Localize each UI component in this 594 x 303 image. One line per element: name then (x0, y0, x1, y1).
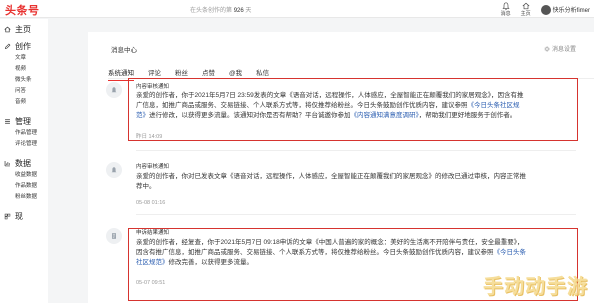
top-right-actions: 消息 主页 快乐分析fimer (501, 2, 590, 17)
message-time: 05-08 01:16 (136, 200, 166, 206)
home-icon (4, 26, 11, 32)
sidebar-section-more[interactable]: 现 (0, 209, 48, 223)
sidebar-item-qa[interactable]: 问答 (0, 86, 48, 97)
notification-icon (106, 82, 122, 98)
pen-icon (4, 43, 11, 49)
list-icon (5, 118, 10, 124)
messages-label: 消息 (500, 11, 511, 17)
notification-icon (106, 162, 122, 178)
sidebar-item-micro[interactable]: 微头条 (0, 75, 48, 86)
sidebar: 主页 创作 文章 视频 微头条 问答 音频 管理 作品管理 评论管理 数据 收益… (0, 19, 48, 303)
sidebar-create-label: 创作 (15, 41, 31, 51)
sidebar-section-data[interactable]: 数据 (0, 156, 48, 170)
notification-icon (106, 228, 122, 244)
logo[interactable]: 头条号 (5, 2, 40, 18)
message-center-panel: 消息中心 消息设置 系统通知 评论 粉丝 点赞 @我 私信 内容审核通知 亲爱的… (88, 32, 594, 303)
avatar (540, 4, 551, 15)
home-label: 主页 (520, 11, 531, 17)
watermark: 手动动手游 (483, 276, 588, 298)
sidebar-item-comments[interactable]: 评论管理 (0, 139, 48, 150)
counter-number: 926 (233, 8, 244, 14)
message-type: 内容审核通知 (136, 164, 170, 170)
message-body: 亲爱的创作者，你对已发表文章《语音对话，远程操作，人体感应，全屋智能正在颠覆我们… (136, 172, 576, 192)
divider (136, 214, 576, 215)
sidebar-section-create[interactable]: 创作 (0, 39, 48, 53)
sidebar-section-manage[interactable]: 管理 (0, 114, 48, 128)
top-bar: 头条号 在头条创作的第 926 天 消息 主页 快乐分析fimer (0, 0, 594, 18)
counter-prefix: 在头条创作的第 (190, 8, 233, 14)
sidebar-more-label: 现 (15, 211, 23, 221)
bell-icon (111, 87, 117, 93)
sidebar-item-income[interactable]: 收益数据 (0, 170, 48, 181)
grid-icon (4, 213, 11, 219)
chart-icon (4, 160, 10, 166)
home-icon (522, 2, 530, 10)
message-text: 亲爱的创作者，你对已发表文章《语音对话，远程操作，人体感应，全屋智能正在颠覆我们… (136, 173, 526, 180)
bell-icon (111, 167, 117, 173)
user-name: 快乐分析fimer (552, 8, 590, 14)
sidebar-item-article[interactable]: 文章 (0, 53, 48, 64)
sidebar-item-works-data[interactable]: 作品数据 (0, 181, 48, 192)
user-menu[interactable]: 快乐分析fimer (540, 4, 590, 15)
bell-icon (502, 2, 510, 10)
sidebar-item-works[interactable]: 作品管理 (0, 128, 48, 139)
days-counter: 在头条创作的第 926 天 (190, 5, 251, 14)
sidebar-item-video[interactable]: 视频 (0, 64, 48, 75)
sidebar-manage-label: 管理 (15, 116, 31, 126)
divider (136, 150, 576, 151)
sidebar-data-label: 数据 (15, 158, 31, 168)
message-text: 荐中。 (136, 183, 156, 190)
sidebar-item-fans-data[interactable]: 粉丝数据 (0, 192, 48, 203)
message-settings-label: 消息设置 (551, 47, 576, 53)
highlight-box (128, 78, 578, 141)
sidebar-item-audio[interactable]: 音频 (0, 97, 48, 108)
gear-icon (544, 46, 550, 51)
home-button[interactable]: 主页 (521, 2, 531, 17)
sidebar-home-label: 主页 (15, 24, 31, 34)
message-settings-button[interactable]: 消息设置 (544, 44, 576, 53)
page-title: 消息中心 (111, 47, 137, 54)
messages-button[interactable]: 消息 (501, 2, 511, 17)
sidebar-item-home[interactable]: 主页 (0, 22, 48, 36)
counter-suffix: 天 (245, 8, 252, 14)
document-icon (112, 233, 116, 239)
